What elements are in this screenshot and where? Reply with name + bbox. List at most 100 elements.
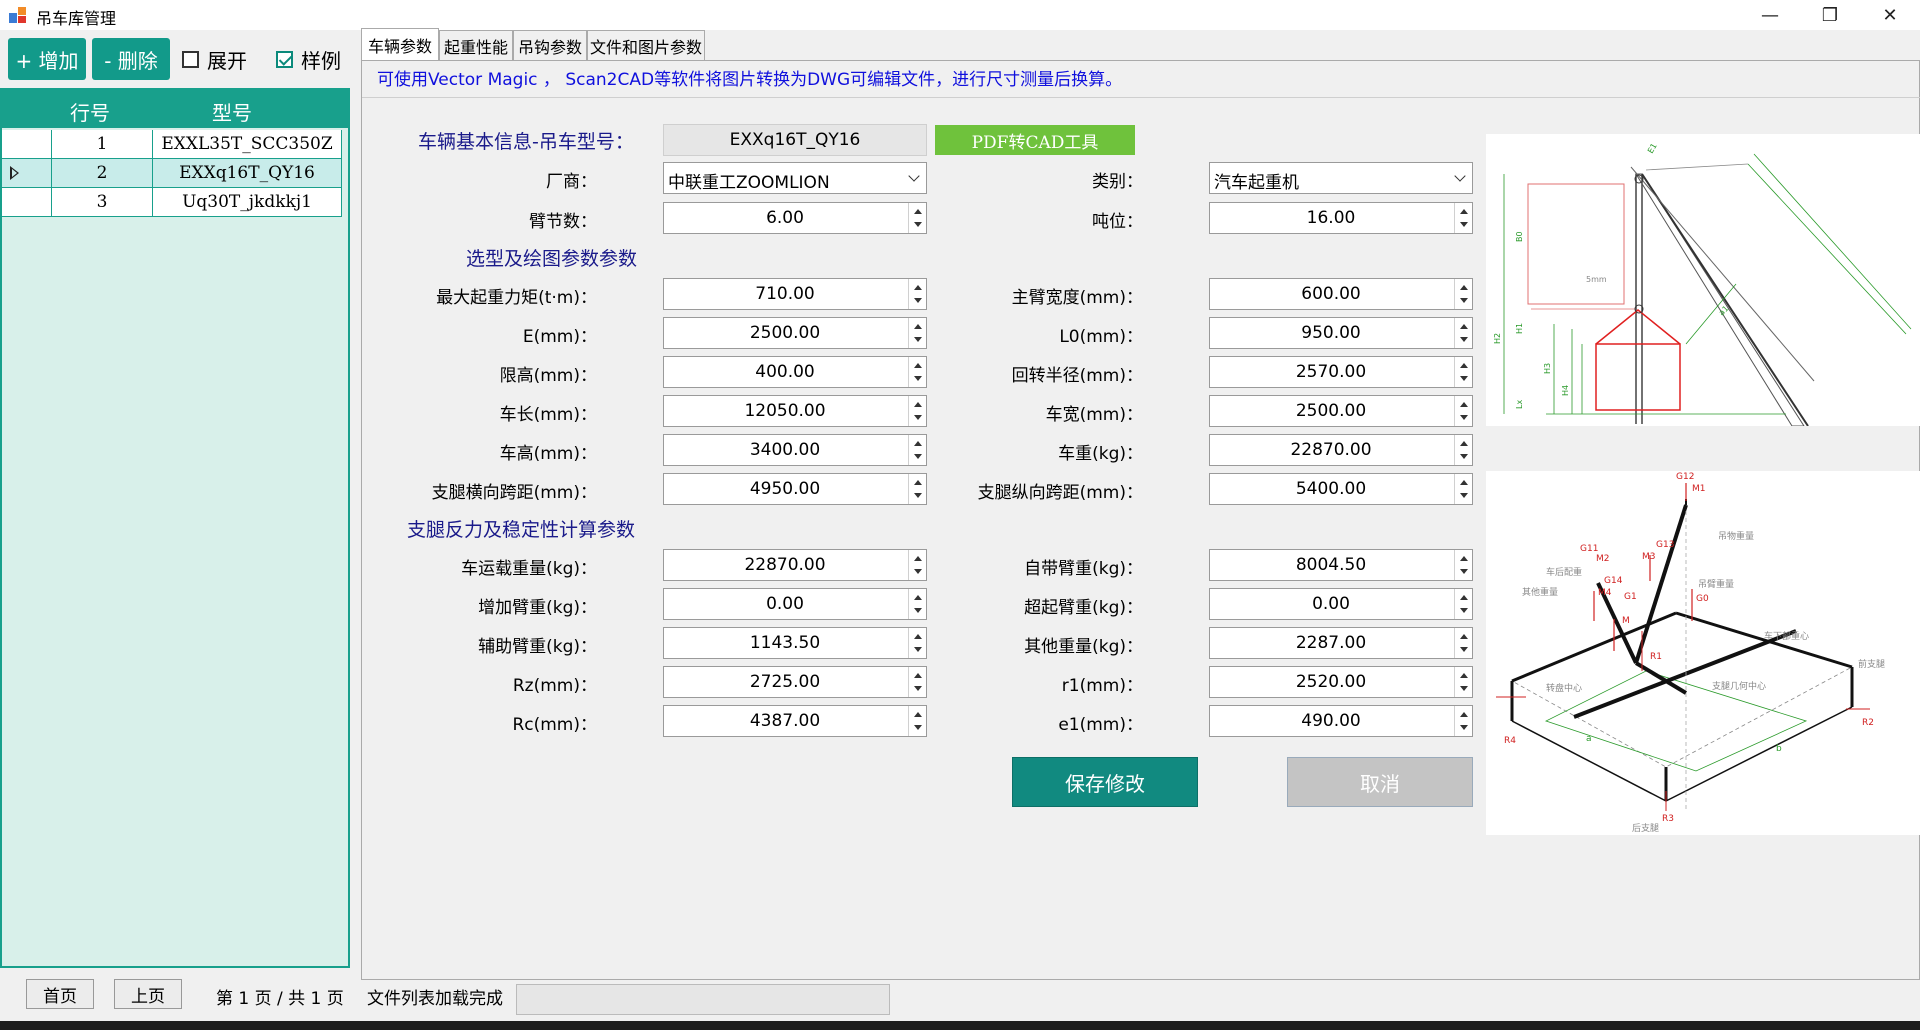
param-value[interactable]: 600.00	[1210, 284, 1452, 304]
spin-up-icon[interactable]	[1460, 595, 1468, 600]
row-header-cell[interactable]	[2, 159, 52, 188]
table-row[interactable]: 3 Uq30T_jkdkkj1	[2, 188, 342, 217]
force-label: b	[1776, 744, 1782, 754]
column-header-row-number[interactable]: 行号	[70, 97, 110, 126]
spin-up-icon[interactable]	[1460, 324, 1468, 329]
expand-checkbox[interactable]: 展开	[182, 46, 247, 73]
spin-buttons[interactable]	[1454, 203, 1472, 233]
spin-down-icon[interactable]	[1460, 608, 1468, 613]
spin-down-icon[interactable]	[1460, 415, 1468, 420]
param-value[interactable]: 950.00	[1210, 323, 1452, 343]
spin-up-icon[interactable]	[1460, 634, 1468, 639]
spin-buttons[interactable]	[1454, 706, 1472, 736]
tab-hook-params[interactable]: 吊钩参数	[513, 30, 587, 60]
spin-down-icon[interactable]	[1460, 454, 1468, 459]
spin-buttons[interactable]	[1454, 474, 1472, 504]
spin-down-icon[interactable]	[1460, 569, 1468, 574]
table-row[interactable]: 1 EXXL35T_SCC350Z	[2, 130, 342, 159]
tab-lifting-performance[interactable]: 起重性能	[439, 30, 513, 60]
spin-buttons[interactable]	[1454, 667, 1472, 697]
row-number-cell[interactable]: 2	[52, 159, 153, 188]
spin-buttons[interactable]	[1454, 628, 1472, 658]
spin-down-icon[interactable]	[1460, 647, 1468, 652]
spin-up-icon[interactable]	[1460, 673, 1468, 678]
spin-up-icon[interactable]	[1460, 712, 1468, 717]
tab-file-image-params[interactable]: 文件和图片参数	[587, 30, 705, 60]
first-page-button[interactable]: 首页	[26, 979, 94, 1009]
row-header-cell[interactable]	[2, 188, 52, 217]
force-label: 后支腿	[1632, 822, 1659, 834]
spin-down-icon[interactable]	[1460, 493, 1468, 498]
param-value[interactable]: 22870.00	[1210, 440, 1452, 460]
param-value[interactable]: 490.00	[1210, 711, 1452, 731]
row-header-cell[interactable]	[2, 130, 52, 159]
param-value[interactable]: 5400.00	[1210, 479, 1452, 499]
spin-up-icon[interactable]	[1460, 285, 1468, 290]
row-number-cell[interactable]: 1	[52, 130, 153, 159]
restore-button[interactable]: ❐	[1800, 0, 1860, 30]
param-value[interactable]: 8004.50	[1210, 555, 1452, 575]
param-value[interactable]: 2520.00	[1210, 672, 1452, 692]
spin-up-icon[interactable]	[1460, 441, 1468, 446]
sample-checkbox-box[interactable]	[276, 50, 293, 68]
outrigger-longitudinal-span-stepper[interactable]: 5400.00	[1209, 473, 1473, 505]
delete-button[interactable]: - 删除	[92, 38, 170, 80]
own-boom-weight-stepper[interactable]: 8004.50	[1209, 549, 1473, 581]
dim-label: H3	[1543, 363, 1552, 374]
spin-up-icon[interactable]	[1460, 363, 1468, 368]
spin-down-icon[interactable]	[1460, 222, 1468, 227]
dim-label: H2	[1493, 333, 1502, 344]
superlift-boom-weight-stepper[interactable]: 0.00	[1209, 588, 1473, 620]
other-weight-stepper[interactable]: 2287.00	[1209, 627, 1473, 659]
spin-buttons[interactable]	[1454, 357, 1472, 387]
spin-buttons[interactable]	[1454, 435, 1472, 465]
category-select[interactable]: 汽车起重机	[1209, 162, 1473, 194]
spin-down-icon[interactable]	[1460, 686, 1468, 691]
spin-down-icon[interactable]	[1460, 725, 1468, 730]
param-label: Rc(mm)：	[512, 715, 597, 735]
spin-buttons[interactable]	[1454, 589, 1472, 619]
tonnage-label: 吨位：	[1092, 212, 1143, 232]
expand-checkbox-box[interactable]	[182, 50, 199, 68]
close-button[interactable]: ✕	[1860, 0, 1920, 30]
spin-buttons[interactable]	[1454, 550, 1472, 580]
vehicle-width-stepper[interactable]: 2500.00	[1209, 395, 1473, 427]
spin-down-icon[interactable]	[1460, 298, 1468, 303]
param-label: 回转半径(mm)：	[1011, 366, 1143, 386]
pdf-to-cad-button[interactable]: PDF转CAD工具	[935, 125, 1135, 155]
tonnage-value[interactable]: 16.00	[1210, 208, 1452, 228]
spin-up-icon[interactable]	[1460, 209, 1468, 214]
e1-stepper[interactable]: 490.00	[1209, 705, 1473, 737]
spin-down-icon[interactable]	[1460, 376, 1468, 381]
spin-buttons[interactable]	[1454, 279, 1472, 309]
vehicle-weight-stepper[interactable]: 22870.00	[1209, 434, 1473, 466]
add-button[interactable]: + 增加	[8, 38, 86, 80]
column-header-model[interactable]: 型号	[212, 97, 252, 126]
cancel-button[interactable]: 取消	[1287, 757, 1473, 807]
spin-up-icon[interactable]	[1460, 480, 1468, 485]
row-number-cell[interactable]: 3	[52, 188, 153, 217]
tab-vehicle-params[interactable]: 车辆参数	[361, 28, 439, 60]
dim-label: 5mm	[1586, 275, 1607, 284]
spin-up-icon[interactable]	[1460, 556, 1468, 561]
spin-down-icon[interactable]	[1460, 337, 1468, 342]
sample-checkbox[interactable]: 样例	[276, 46, 341, 73]
r1-stepper[interactable]: 2520.00	[1209, 666, 1473, 698]
param-value[interactable]: 2287.00	[1210, 633, 1452, 653]
spin-buttons[interactable]	[1454, 318, 1472, 348]
param-value[interactable]: 2500.00	[1210, 401, 1452, 421]
param-value[interactable]: 0.00	[1210, 594, 1452, 614]
slew-radius-stepper[interactable]: 2570.00	[1209, 356, 1473, 388]
model-cell[interactable]: EXXL35T_SCC350Z	[153, 130, 342, 159]
prev-page-button[interactable]: 上页	[114, 979, 182, 1009]
tonnage-stepper[interactable]: 16.00	[1209, 202, 1473, 234]
table-row-selected[interactable]: 2 EXXq16T_QY16	[2, 159, 342, 188]
spin-up-icon[interactable]	[1460, 402, 1468, 407]
boom-width-stepper[interactable]: 600.00	[1209, 278, 1473, 310]
save-button[interactable]: 保存修改	[1012, 757, 1198, 807]
l0-stepper[interactable]: 950.00	[1209, 317, 1473, 349]
status-text: 文件列表加载完成	[367, 989, 503, 1009]
spin-buttons[interactable]	[1454, 396, 1472, 426]
param-value[interactable]: 2570.00	[1210, 362, 1452, 382]
minimize-button[interactable]: —	[1740, 0, 1800, 30]
